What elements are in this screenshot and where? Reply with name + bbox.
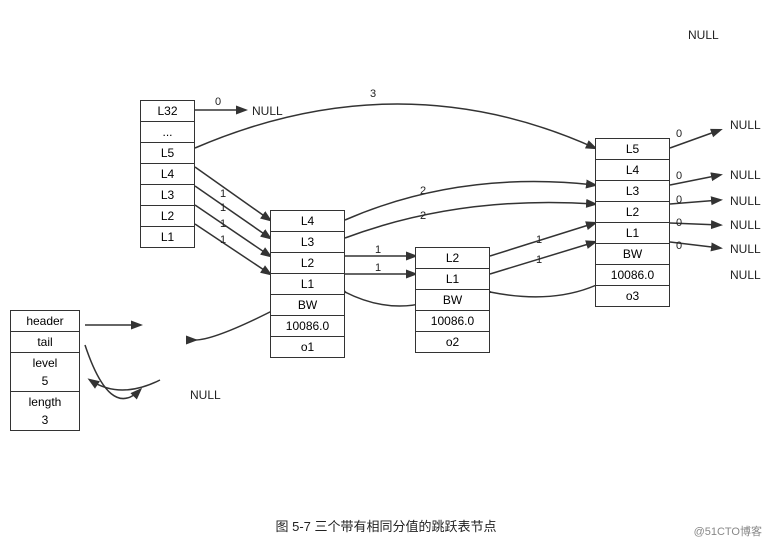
header-cell-tail: tail — [11, 332, 79, 353]
node-o2: L2 L1 BW 10086.0 o2 — [415, 247, 490, 353]
label-1-o2l2: 1 — [536, 234, 542, 246]
null-l32: NULL — [252, 104, 283, 118]
label-2-o1l4: 2 — [420, 185, 426, 197]
label-1-o1l2: 1 — [375, 244, 381, 256]
o1-l2: L2 — [271, 253, 344, 274]
watermark: @51CTO博客 — [694, 523, 762, 539]
o3-l4: L4 — [596, 160, 669, 181]
o2-score: 10086.0 — [416, 311, 489, 332]
null-l4: NULL — [730, 168, 761, 182]
label-1-l1: 1 — [220, 234, 226, 246]
null-bottom-right: NULL — [730, 268, 761, 282]
label-0-o3l1: 0 — [676, 240, 682, 252]
null-top: NULL — [688, 28, 719, 42]
left-l5: L5 — [141, 143, 194, 164]
node-o3: L5 L4 L3 L2 L1 BW 10086.0 o3 — [595, 138, 670, 307]
left-l4: L4 — [141, 164, 194, 185]
o3-l2: L2 — [596, 202, 669, 223]
null-2: NULL — [730, 118, 761, 132]
header-cell-length: length3 — [11, 392, 79, 430]
o1-bw: BW — [271, 295, 344, 316]
left-l1: L1 — [141, 227, 194, 247]
label-3-l5: 3 — [370, 88, 376, 100]
label-0-o3l4: 0 — [676, 170, 682, 182]
o3-l3: L3 — [596, 181, 669, 202]
label-1-l3: 1 — [220, 202, 226, 214]
o2-l2: L2 — [416, 248, 489, 269]
o3-l1: L1 — [596, 223, 669, 244]
label-2-o1l3: 2 — [420, 210, 426, 222]
o1-l1: L1 — [271, 274, 344, 295]
null-l3: NULL — [730, 194, 761, 208]
o1-l3: L3 — [271, 232, 344, 253]
o1-obj: o1 — [271, 337, 344, 357]
label-1-l2: 1 — [220, 218, 226, 230]
o1-l4: L4 — [271, 211, 344, 232]
header-cell-level: level5 — [11, 353, 79, 392]
label-0-o3l5: 0 — [676, 128, 682, 140]
left-l3: L3 — [141, 185, 194, 206]
node-o1: L4 L3 L2 L1 BW 10086.0 o1 — [270, 210, 345, 358]
caption: 图 5-7 三个带有相同分值的跳跃表节点 — [0, 510, 772, 537]
label-1-o1l1: 1 — [375, 262, 381, 274]
o2-obj: o2 — [416, 332, 489, 352]
label-0-o3l3: 0 — [676, 194, 682, 206]
null-l2: NULL — [730, 218, 761, 232]
left-dots: ... — [141, 122, 194, 143]
label-1-l4: 1 — [220, 188, 226, 200]
label-1-o2l1: 1 — [536, 254, 542, 266]
header-node: header tail level5 length3 — [10, 310, 80, 431]
o3-score: 10086.0 — [596, 265, 669, 286]
null-left: NULL — [190, 388, 221, 402]
diagram: header tail level5 length3 L32 ... L5 L4… — [0, 0, 772, 510]
left-node: L32 ... L5 L4 L3 L2 L1 — [140, 100, 195, 248]
label-0-o3l2: 0 — [676, 217, 682, 229]
header-cell-header: header — [11, 311, 79, 332]
o2-bw: BW — [416, 290, 489, 311]
o3-bw: BW — [596, 244, 669, 265]
left-l32: L32 — [141, 101, 194, 122]
left-l2: L2 — [141, 206, 194, 227]
o3-l5: L5 — [596, 139, 669, 160]
o2-l1: L1 — [416, 269, 489, 290]
null-l1: NULL — [730, 242, 761, 256]
o3-obj: o3 — [596, 286, 669, 306]
o1-score: 10086.0 — [271, 316, 344, 337]
label-0-l32: 0 — [215, 96, 221, 108]
